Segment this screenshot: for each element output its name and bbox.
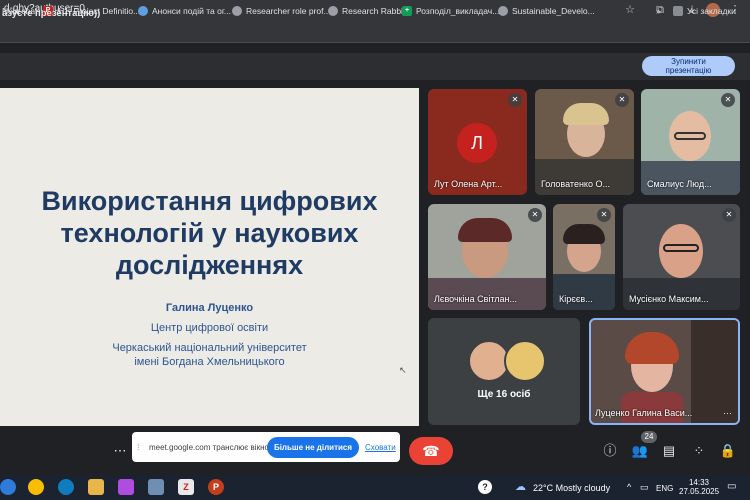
self-tile[interactable]: Луценко Галина Васи... ⋯ [589, 318, 740, 425]
copilot-icon[interactable] [118, 479, 134, 495]
presenting-text: азуєте презентацію)) [2, 8, 101, 19]
weather-text[interactable]: 22°C Mostly cloudy [533, 483, 610, 493]
slide-author: Галина Луценко [165, 302, 254, 314]
mic-off-icon: ✕ [528, 208, 542, 222]
bookmark-researcher-role[interactable]: Researcher role prof... [232, 4, 331, 18]
participant-name: Лут Олена Арт... [434, 179, 503, 189]
participant-name: Луценко Галина Васи... [595, 408, 693, 418]
star-icon[interactable]: ☆ [622, 2, 638, 18]
stop-label-2: презентацію [665, 66, 712, 75]
clock[interactable]: 14:33 27.05.2025 [679, 478, 719, 496]
video-background [535, 159, 634, 195]
participant-hair [563, 103, 609, 125]
bookmark-announcements[interactable]: Анонси подій та ог... [138, 4, 231, 18]
folder-icon [673, 6, 683, 16]
bookmark-distribution[interactable]: + Розподіл_викладач... [402, 4, 499, 18]
powerpoint-icon[interactable]: P [208, 479, 224, 495]
network-icon[interactable]: ▭ [640, 482, 649, 493]
people-count-badge: 24 [641, 431, 657, 443]
presenting-bar [0, 53, 750, 80]
file-explorer-icon[interactable] [88, 479, 104, 495]
participant-hair [563, 224, 605, 244]
help-icon[interactable]: ? [478, 480, 492, 494]
participant-tile-6[interactable]: ✕ Мусієнко Максим... [623, 204, 740, 310]
stop-presenting-button[interactable]: Зупинити презентацію [642, 56, 735, 76]
sheets-icon: + [402, 6, 412, 16]
video-background [553, 274, 615, 310]
avatar-initial: Л [457, 123, 497, 163]
edge-icon[interactable] [58, 479, 74, 495]
bookmark-research-rabbit[interactable]: Research Rabbit [328, 4, 405, 18]
participant-thumbnail [504, 340, 546, 382]
glasses-icon [663, 244, 699, 252]
start-icon[interactable] [0, 479, 16, 495]
notifications-icon[interactable]: ▭ [727, 481, 736, 492]
globe-icon [498, 6, 508, 16]
globe-icon [232, 6, 242, 16]
mouse-cursor-icon: ↖ [399, 365, 407, 375]
participant-name: Кірєєв... [559, 294, 593, 304]
more-participants-tile[interactable]: Ще 16 осіб [428, 318, 580, 425]
participant-tile-1[interactable]: Л ✕ Лут Олена Арт... [428, 89, 527, 195]
sharing-text: meet.google.com транслює вікно. [149, 443, 272, 452]
video-background [641, 161, 740, 195]
slide-title-line-1: Використання цифрових [41, 186, 378, 216]
participant-name: Мусієнко Максим... [629, 294, 709, 304]
mic-off-icon: ✕ [508, 93, 522, 107]
more-options-icon[interactable]: ⋯ [110, 441, 130, 461]
chrome-icon[interactable] [28, 479, 44, 495]
weather-icon: ☁ [515, 481, 526, 493]
bookmarks-overflow-icon[interactable]: » [656, 4, 661, 18]
participant-tile-2[interactable]: ✕ Головатенко О... [535, 89, 634, 195]
participant-name: Лєвочкіна Світлан... [434, 294, 518, 304]
activities-icon[interactable]: ⁘ [689, 441, 709, 461]
phone-icon: ☎ [422, 443, 440, 459]
participant-hair [625, 332, 679, 364]
tray-overflow-icon[interactable]: ^ [627, 482, 631, 492]
hang-up-button[interactable]: ☎ [409, 437, 453, 465]
glasses-icon [674, 132, 706, 140]
participant-hair [458, 218, 512, 242]
participant-name: Головатенко О... [541, 179, 610, 189]
bookmark-sustainable[interactable]: Sustainable_Develo... [498, 4, 595, 18]
slide-title: Використання цифрових технологій у науко… [0, 185, 419, 281]
bookmarks-bar [0, 20, 750, 43]
globe-icon [328, 6, 338, 16]
clock-time: 14:33 [688, 478, 710, 487]
all-bookmarks[interactable]: Усі закладки [673, 4, 736, 18]
hide-sharing-link[interactable]: Сховати [365, 443, 396, 452]
slide-university-line-1: Черкаський національний університет [112, 342, 307, 354]
stop-label-1: Зупинити [671, 57, 706, 66]
host-controls-icon[interactable]: 🔒 [718, 441, 738, 461]
stop-sharing-button[interactable]: Більше не ділитися [267, 437, 359, 458]
mic-off-icon: ✕ [597, 208, 611, 222]
zotero-icon[interactable]: Z [178, 479, 194, 495]
participant-name: Смалиус Люд... [647, 179, 712, 189]
more-options-icon[interactable]: ⋯ [723, 408, 732, 419]
slide-title-line-2: технологій у наукових [60, 218, 359, 248]
participant-tile-4[interactable]: ✕ Лєвочкіна Світлан... [428, 204, 546, 310]
slide-university-line-2: імені Богдана Хмельницького [134, 356, 285, 368]
windows-taskbar [0, 475, 750, 500]
clock-date: 27.05.2025 [679, 487, 720, 496]
globe-icon [138, 6, 148, 16]
slide-center: Центр цифрової освіти [150, 322, 269, 334]
participant-tile-3[interactable]: ✕ Смалиус Люд... [641, 89, 740, 195]
chat-icon[interactable]: ▤ [659, 441, 679, 461]
mic-off-icon: ✕ [615, 93, 629, 107]
mic-off-icon: ✕ [721, 93, 735, 107]
mic-off-icon: ✕ [722, 208, 736, 222]
more-participants-label: Ще 16 осіб [477, 389, 531, 400]
slide-title-line-3: дослідженнях [115, 250, 304, 280]
people-icon[interactable]: 👥 [630, 441, 650, 461]
participant-tile-5[interactable]: ✕ Кірєєв... [553, 204, 615, 310]
language-indicator[interactable]: ENG [656, 484, 673, 493]
notepad-icon[interactable] [148, 479, 164, 495]
drag-handle-icon[interactable]: ⁞ [137, 442, 140, 452]
info-icon[interactable]: ⓘ [600, 441, 620, 461]
